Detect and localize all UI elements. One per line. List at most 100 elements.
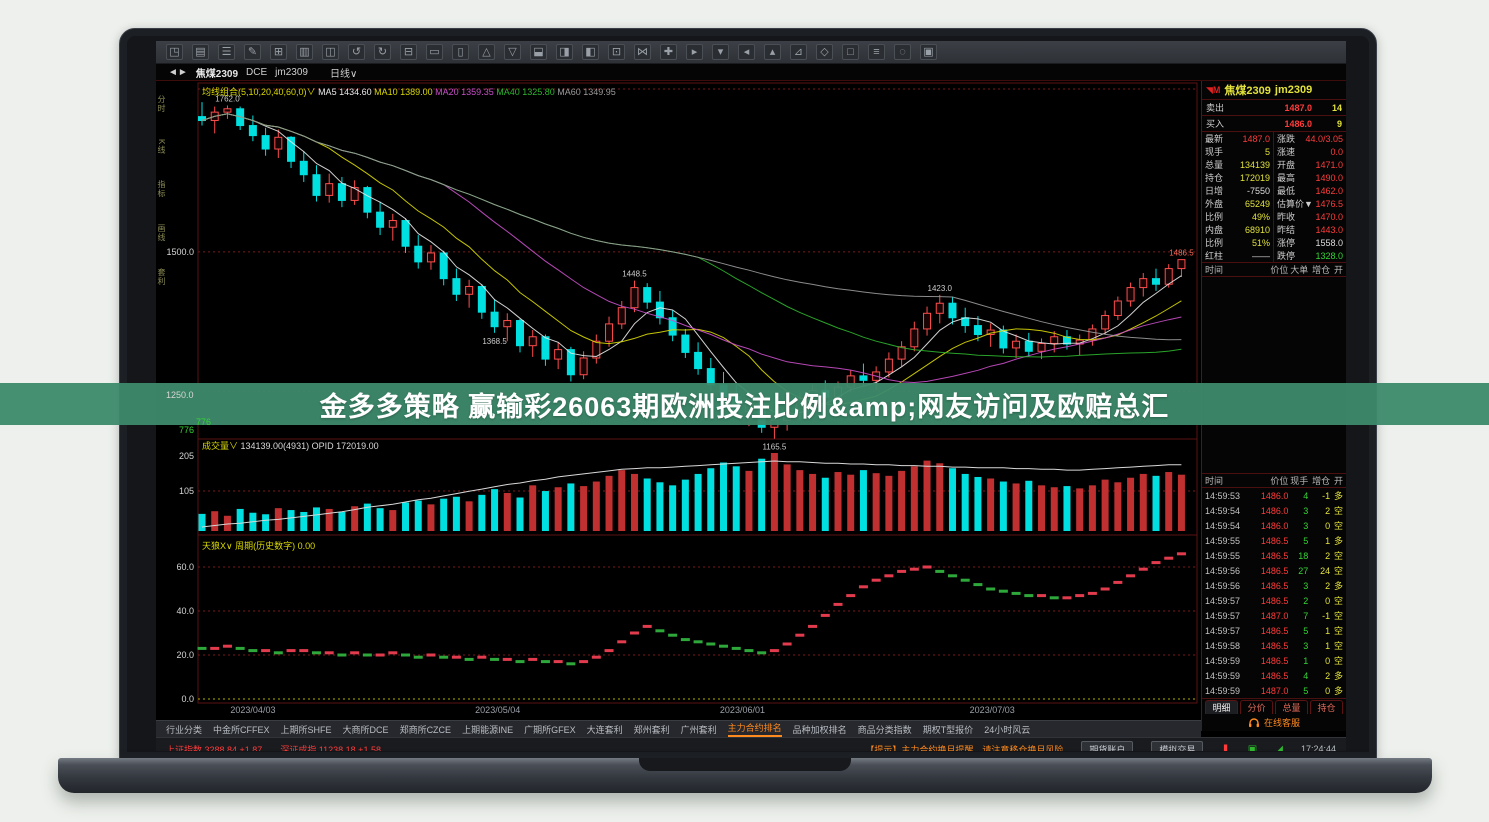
market-tab[interactable]: 上期能源INE <box>462 723 513 736</box>
market-tab[interactable]: 郑州套利 <box>634 723 670 736</box>
toolbar-icon[interactable]: ◫ <box>322 44 339 60</box>
left-toolbar-item[interactable]: 分时 <box>156 95 167 113</box>
left-toolbar-item[interactable]: 套利 <box>156 268 167 286</box>
toolbar-icon[interactable]: ⬓ <box>530 44 547 60</box>
volume-bar <box>491 489 498 531</box>
demo-trade-button[interactable]: 模拟交易 <box>1151 741 1203 752</box>
tape-cell: 14:59:57 <box>1205 596 1251 606</box>
toolbar-icon[interactable]: ◧ <box>582 44 599 60</box>
toolbar-icon[interactable]: ▾ <box>712 44 729 60</box>
candle-body <box>1178 260 1185 269</box>
toolbar-icon[interactable]: ◨ <box>556 44 573 60</box>
market-tab[interactable]: 郑商所CZCE <box>400 723 452 736</box>
toolbar-icon[interactable]: ◌ <box>894 44 911 60</box>
toolbar-icon[interactable]: ▯ <box>452 44 469 60</box>
toolbar-icon[interactable]: ⊟ <box>400 44 417 60</box>
candle-body <box>618 308 625 324</box>
toolbar-icon[interactable]: ⊿ <box>790 44 807 60</box>
tape-cell: 14:59:53 <box>1205 491 1251 501</box>
market-tab[interactable]: 商品分类指数 <box>858 723 912 736</box>
quote-contract-code: jm2309 <box>1275 84 1312 96</box>
nav-arrows-icon[interactable]: ◄► <box>168 67 188 78</box>
toolbar-icon[interactable]: ≡ <box>868 44 885 60</box>
quote-stat-value: —— <box>1252 251 1270 261</box>
panel-tab-明细[interactable]: 明细 <box>1205 700 1238 714</box>
quote-stat-value: 51% <box>1252 238 1270 248</box>
volume-bar <box>1127 478 1134 531</box>
toolbar-icon[interactable]: ▣ <box>920 44 937 60</box>
volume-bar <box>784 464 791 531</box>
indicator-mark <box>414 656 423 659</box>
toolbar-icon[interactable]: ↺ <box>348 44 365 60</box>
toolbar-icon[interactable]: ▭ <box>426 44 443 60</box>
customer-service-link[interactable]: 在线客服 <box>1202 714 1346 731</box>
panel-tab-分价[interactable]: 分价 <box>1240 700 1273 714</box>
tape-cell: 空 <box>1330 519 1343 532</box>
market-tab[interactable]: 中金所CFFEX <box>213 723 270 736</box>
quote-stat-row: 比例49% <box>1202 210 1273 223</box>
left-tool-strip: 分时 K线指标画线套利 <box>156 95 167 286</box>
quote-stat-label: 跌停 <box>1277 249 1295 262</box>
volume-bar <box>695 474 702 531</box>
toolbar-icon[interactable]: △ <box>478 44 495 60</box>
tape-row: 14:59:591486.510空 <box>1202 653 1346 668</box>
tape-cell: -1 <box>1308 611 1330 621</box>
tape-cell: 1486.5 <box>1251 641 1289 651</box>
toolbar-icon[interactable]: ⊞ <box>270 44 287 60</box>
left-toolbar-item[interactable]: 画线 <box>156 224 167 242</box>
toolbar-icon[interactable]: ⋈ <box>634 44 651 60</box>
toolbar-icon[interactable]: ▸ <box>686 44 703 60</box>
market-tab[interactable]: 广期所GFEX <box>524 723 576 736</box>
toolbar-icon[interactable]: ↻ <box>374 44 391 60</box>
ask-price: 1487.0 <box>1236 103 1312 113</box>
left-toolbar-item[interactable]: 指标 <box>156 180 167 198</box>
period-selector[interactable]: 日线∨ <box>330 65 357 80</box>
toolbar-icon[interactable]: □ <box>842 44 859 60</box>
market-tab[interactable]: 行业分类 <box>166 723 202 736</box>
market-tab[interactable]: 大商所DCE <box>343 723 389 736</box>
toolbar-icon[interactable]: ◇ <box>816 44 833 60</box>
ma-line <box>202 114 1181 357</box>
toolbar-icon[interactable]: ☰ <box>218 44 235 60</box>
toolbar-icon[interactable]: ⊡ <box>608 44 625 60</box>
toolbar-icon[interactable]: ◳ <box>166 44 183 60</box>
toolbar-icon[interactable]: ▤ <box>192 44 209 60</box>
tape-cell: 7 <box>1288 611 1308 621</box>
left-toolbar-item[interactable]: K线 <box>156 139 167 154</box>
panel-tab-总量[interactable]: 总量 <box>1275 700 1308 714</box>
market-tab[interactable]: 上期所SHFE <box>281 723 332 736</box>
tape-header-cell: 价位 <box>1251 474 1289 487</box>
market-tab[interactable]: 大连套利 <box>587 723 623 736</box>
panel-tab-持仓[interactable]: 持仓 <box>1310 700 1343 714</box>
toolbar-icon[interactable]: ▥ <box>296 44 313 60</box>
tape-list-header: 时间价位现手增仓开 <box>1202 473 1346 488</box>
notice-ticker[interactable]: 【提示】主力合约换月提醒，请注意移仓换月风险 <box>865 743 1063 752</box>
tape-cell: 4 <box>1288 671 1308 681</box>
tape-row: 14:59:561486.52724空 <box>1202 563 1346 578</box>
indicator-mark <box>1139 568 1148 571</box>
indicator-mark <box>795 634 804 637</box>
quote-stat-value: 1470.0 <box>1315 212 1343 222</box>
market-tab[interactable]: 期权T型报价 <box>923 723 974 736</box>
indicator-mark <box>655 629 664 632</box>
volume-bar <box>555 487 562 531</box>
toolbar-icon[interactable]: ▴ <box>764 44 781 60</box>
quote-stat-value: 0.0 <box>1330 147 1343 157</box>
alert-icon[interactable]: ❚ <box>1221 744 1229 752</box>
toolbar-icon[interactable]: ◂ <box>738 44 755 60</box>
market-tab[interactable]: 品种加权排名 <box>793 723 847 736</box>
toolbar-icon[interactable]: ✎ <box>244 44 261 60</box>
index-quote-sz: 深证成指 11238.18 +1.58 <box>280 743 381 752</box>
market-tab[interactable]: 24小时风云 <box>984 723 1030 736</box>
volume-bar <box>682 480 689 531</box>
toolbar-icon[interactable]: ✚ <box>660 44 677 60</box>
volume-axis-label: 205 <box>179 451 194 461</box>
candle-body <box>249 126 256 136</box>
toolbar-icon[interactable]: ▽ <box>504 44 521 60</box>
volume-bar <box>631 474 638 531</box>
indicator-mark <box>757 651 766 654</box>
market-tab[interactable]: 广州套利 <box>681 723 717 736</box>
market-tab[interactable]: 主力合约排名 <box>728 721 782 737</box>
tape-cell: 3 <box>1288 581 1308 591</box>
futures-account-button[interactable]: 期货账户 <box>1081 741 1133 752</box>
